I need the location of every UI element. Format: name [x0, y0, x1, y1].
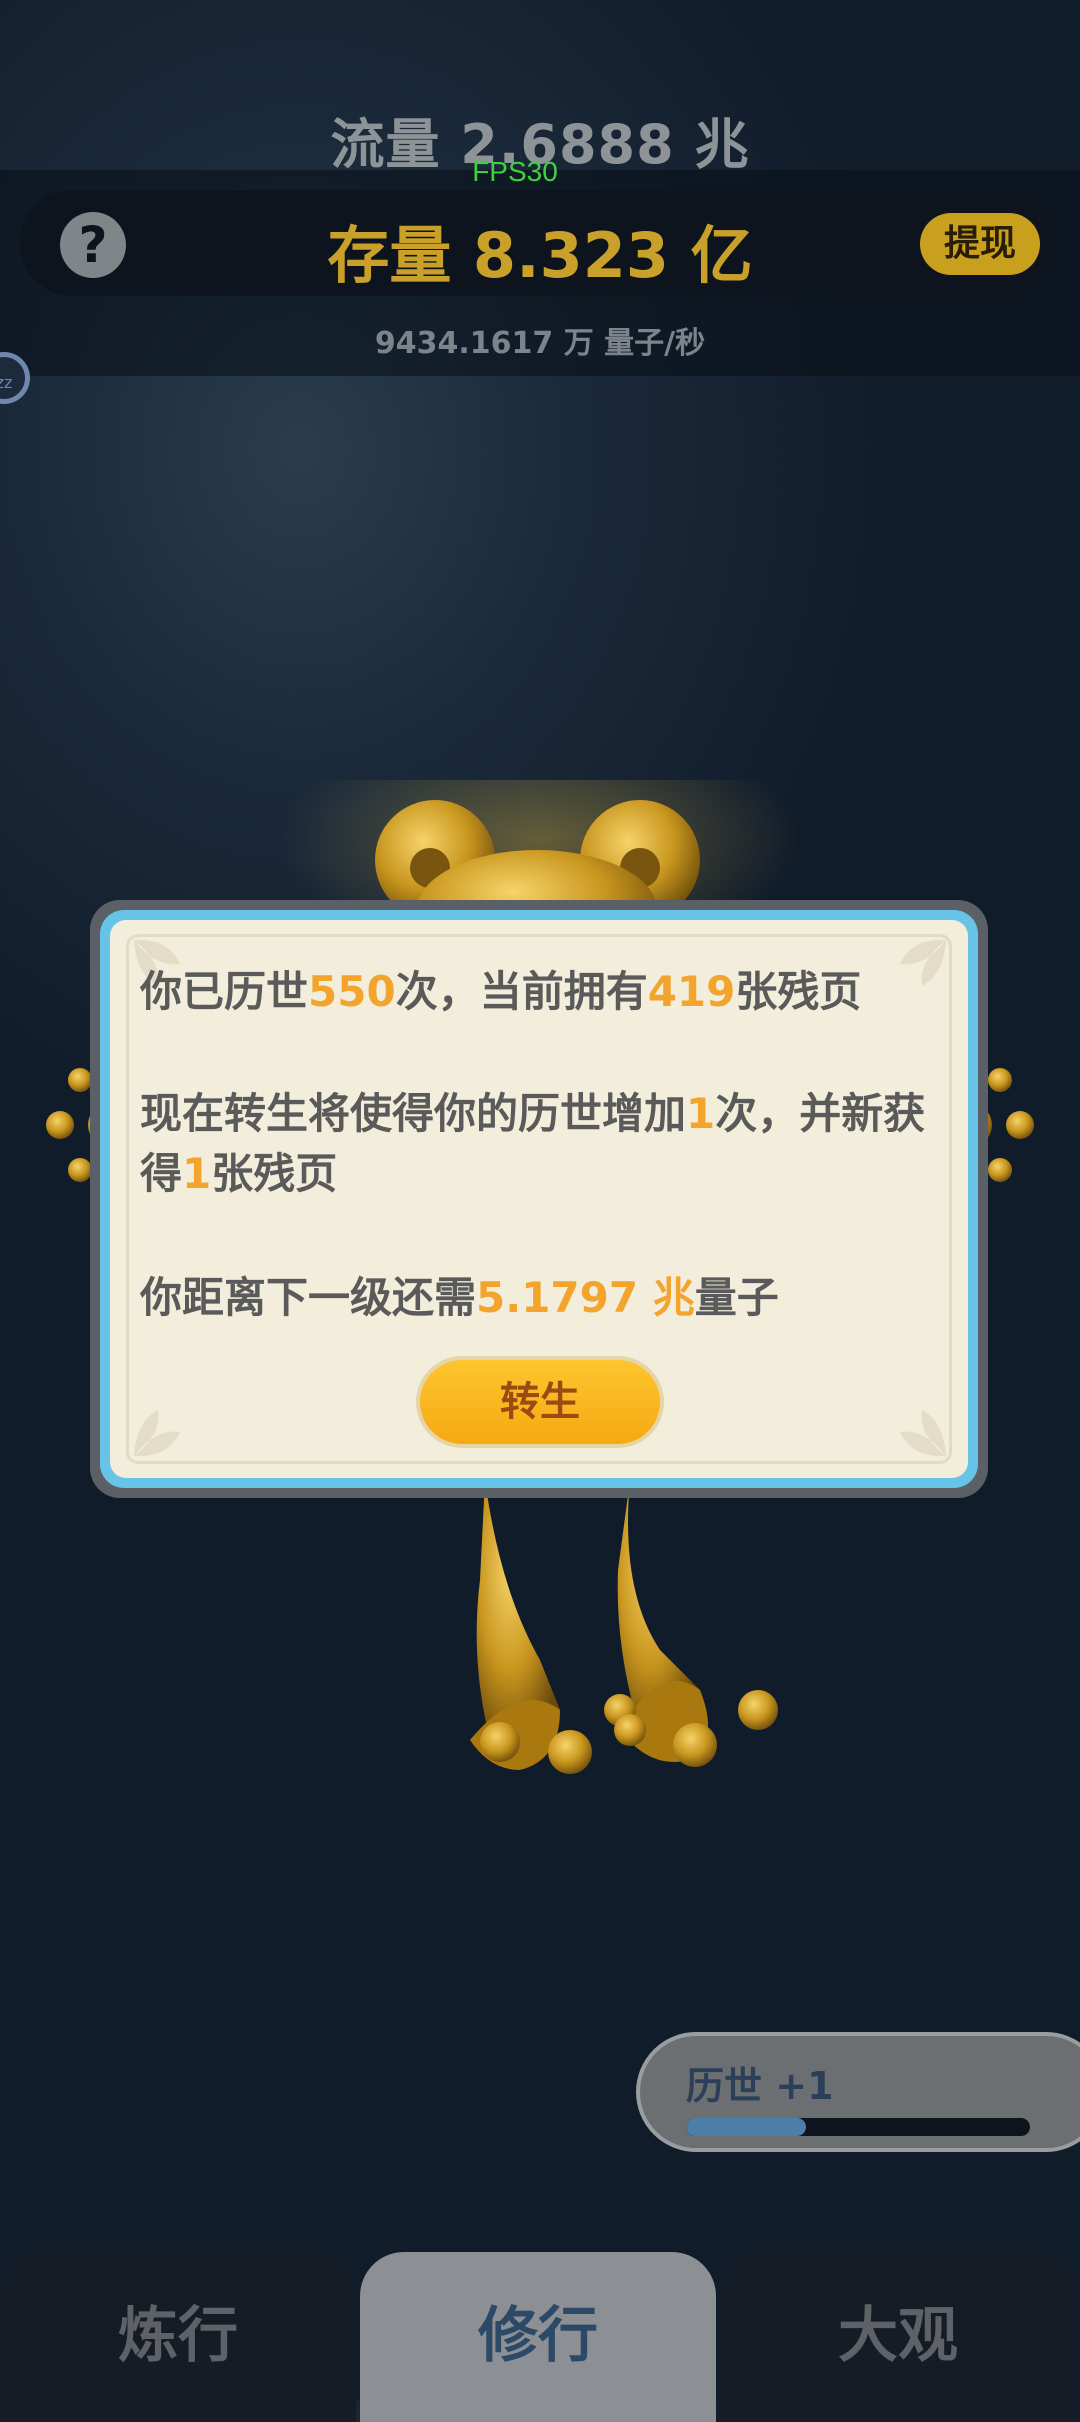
- rebirth-count-value: 550: [308, 967, 396, 1016]
- leaf-ornament-icon: [900, 1410, 946, 1457]
- withdraw-button[interactable]: 提现: [920, 213, 1040, 275]
- rebirth-gain-text: 现在转生将使得你的历世增加1次，并新获得1张残页: [140, 1089, 926, 1198]
- next-level-value: 5.1797 兆: [476, 1273, 695, 1322]
- leaf-ornament-icon: [134, 1410, 180, 1457]
- rate-per-second: 9434.1617 万 量子/秒: [374, 326, 706, 361]
- rebirth-count-text: 你已历世550次，当前拥有419张残页: [140, 967, 862, 1016]
- tab-daguan[interactable]: 大观: [720, 2252, 1076, 2422]
- page-gain-value: 1: [182, 1149, 212, 1198]
- rebirth-gain-value: 1: [686, 1089, 716, 1138]
- progress-bar: [686, 2118, 1030, 2136]
- page-count-value: 419: [647, 967, 736, 1016]
- progress-fill: [686, 2118, 807, 2136]
- rebirth-button[interactable]: 转生: [416, 1356, 664, 1448]
- tab-lianxing[interactable]: 炼行: [0, 2252, 356, 2422]
- fps-counter: FPS30: [472, 156, 558, 187]
- next-level-text: 你距离下一级还需5.1797 兆量子: [140, 1273, 779, 1322]
- stock-amount: 存量 8.323 亿: [327, 219, 753, 292]
- progress-label: 历世 +1: [686, 2064, 834, 2108]
- tab-xiuxing[interactable]: 修行: [360, 2252, 716, 2422]
